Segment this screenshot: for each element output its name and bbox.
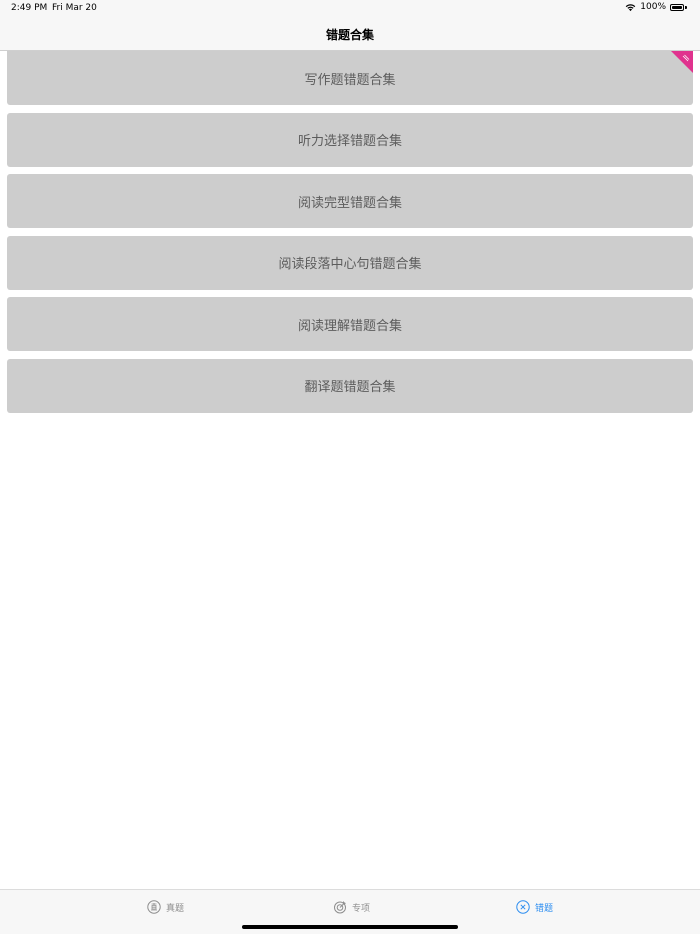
listening-mistakes-button[interactable]: 听力选择错题合集 bbox=[7, 112, 693, 167]
status-time: 2:49 PM bbox=[11, 3, 48, 13]
category-label: 阅读理解错题合集 bbox=[297, 318, 402, 334]
target-icon bbox=[334, 901, 346, 914]
cloze-mistakes-button[interactable]: 阅读完型错题合集 bbox=[7, 174, 693, 228]
tab-label: 专项 bbox=[352, 903, 371, 914]
writing-mistakes-button[interactable]: 写作题错题合集 bbox=[7, 51, 693, 105]
battery-icon bbox=[670, 3, 688, 11]
category-label: 翻译题错题合集 bbox=[304, 380, 396, 395]
nav-bar: 错题合集 bbox=[0, 18, 700, 51]
translation-mistakes-button[interactable]: 翻译题错题合集 bbox=[7, 358, 693, 413]
x-circle-icon bbox=[516, 900, 530, 914]
status-date: Fri Mar 20 bbox=[52, 3, 97, 13]
reading-comprehension-mistakes-button[interactable]: 阅读理解错题合集 bbox=[7, 297, 693, 351]
tab-mistakes[interactable]: 错题 bbox=[516, 900, 553, 914]
page-title: 错题合集 bbox=[325, 28, 374, 42]
tab-real-exams[interactable]: 真题 bbox=[147, 900, 184, 914]
category-list: 写作题错题合集 听力选择错题合集 阅读完型错题合集 阅读段落中心句错题合集 阅读… bbox=[7, 51, 693, 420]
wifi-icon bbox=[625, 3, 636, 11]
paragraph-topic-mistakes-button[interactable]: 阅读段落中心句错题合集 bbox=[7, 235, 693, 290]
status-bar: 2:49 PM Fri Mar 20 100% bbox=[0, 0, 700, 18]
status-indicators: 100% bbox=[625, 2, 688, 12]
category-label: 阅读段落中心句错题合集 bbox=[278, 257, 422, 272]
category-label: 听力选择错题合集 bbox=[297, 134, 402, 149]
tab-label: 真题 bbox=[166, 903, 185, 914]
home-indicator bbox=[242, 925, 458, 929]
category-label: 写作题错题合集 bbox=[304, 72, 396, 88]
corner-ribbon-icon bbox=[671, 51, 693, 73]
tab-special[interactable]: 专项 bbox=[333, 900, 370, 914]
category-label: 阅读完型错题合集 bbox=[297, 195, 402, 211]
zhen-circle-icon bbox=[147, 900, 161, 914]
tab-label: 错题 bbox=[535, 903, 554, 914]
battery-percent: 100% bbox=[640, 2, 666, 12]
